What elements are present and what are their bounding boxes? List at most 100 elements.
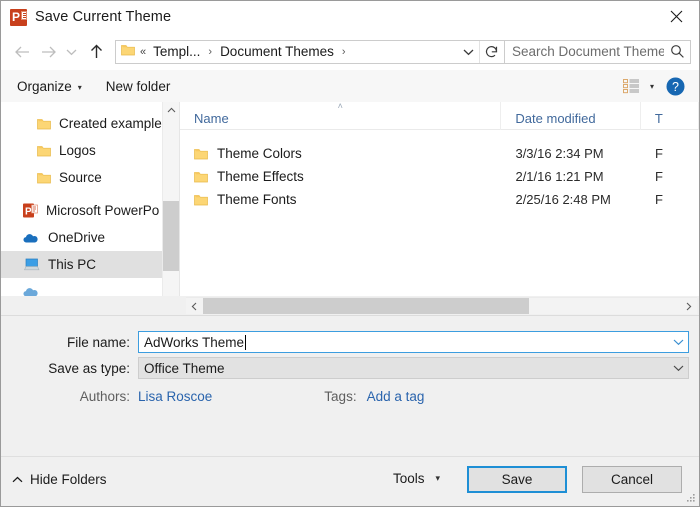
save-button-label: Save bbox=[502, 472, 533, 487]
authors-value[interactable]: Lisa Roscoe bbox=[138, 389, 212, 404]
forward-button[interactable] bbox=[35, 39, 61, 65]
column-header-type[interactable]: T bbox=[641, 102, 699, 130]
close-button[interactable] bbox=[653, 1, 699, 32]
powerpoint-icon bbox=[10, 9, 27, 26]
file-list-pane: ˄ Name Date modified T bbox=[180, 102, 699, 324]
cancel-button-label: Cancel bbox=[611, 472, 653, 487]
scroll-left-button[interactable] bbox=[186, 298, 203, 314]
search-box[interactable]: Search Document Themes bbox=[505, 40, 691, 64]
recent-locations-button[interactable] bbox=[61, 39, 81, 65]
scrollbar-thumb[interactable] bbox=[163, 201, 179, 271]
file-type-cell: F bbox=[641, 192, 699, 207]
folder-icon bbox=[194, 194, 208, 206]
folder-icon bbox=[37, 118, 51, 130]
resize-grip-icon[interactable] bbox=[686, 493, 696, 503]
new-folder-label: New folder bbox=[106, 79, 171, 94]
new-folder-button[interactable]: New folder bbox=[98, 70, 179, 102]
hide-folders-button[interactable]: Hide Folders bbox=[12, 472, 107, 487]
chevron-down-icon bbox=[673, 364, 684, 372]
browser-main-area: Created example Logos bbox=[1, 102, 699, 324]
title-bar: Save Current Theme bbox=[1, 1, 699, 33]
save-as-type-select[interactable]: Office Theme bbox=[138, 357, 689, 379]
chevron-up-icon bbox=[12, 476, 23, 484]
add-a-tag-link[interactable]: Add a tag bbox=[367, 389, 425, 404]
dialog-footer: Hide Folders Tools ▾ Save Cancel bbox=[1, 457, 699, 506]
sidebar-item-onedrive[interactable]: OneDrive bbox=[1, 224, 162, 251]
authors-label: Authors: bbox=[1, 389, 138, 404]
file-name-input[interactable]: AdWorks Theme bbox=[138, 331, 689, 353]
column-header-label: Date modified bbox=[515, 111, 595, 126]
navigation-pane-scrollbar[interactable] bbox=[162, 102, 179, 324]
folder-icon bbox=[37, 172, 51, 184]
folder-icon bbox=[121, 43, 135, 61]
file-name-label: Theme Effects bbox=[217, 169, 304, 184]
tools-button[interactable]: Tools ▾ bbox=[393, 471, 440, 486]
scroll-up-button[interactable] bbox=[163, 102, 179, 119]
help-icon: ? bbox=[666, 77, 685, 96]
powerpoint-icon: P bbox=[23, 203, 38, 218]
folder-icon bbox=[194, 171, 208, 183]
sidebar-item-label: Logos bbox=[59, 143, 96, 158]
sort-ascending-icon: ˄ bbox=[338, 102, 343, 111]
file-type-cell: F bbox=[641, 169, 699, 184]
sidebar-item-logos[interactable]: Logos bbox=[1, 137, 162, 164]
table-row[interactable]: Theme Colors 3/3/16 2:34 PM F bbox=[180, 142, 699, 165]
sidebar-item-source[interactable]: Source bbox=[1, 164, 162, 191]
address-bar-row: « Templ... › Document Themes › Search Do… bbox=[1, 33, 699, 70]
help-button[interactable]: ? bbox=[666, 77, 685, 96]
file-list-horizontal-scrollbar[interactable] bbox=[186, 297, 697, 314]
chevron-up-icon bbox=[167, 107, 176, 114]
column-header-row: ˄ Name Date modified T bbox=[180, 102, 699, 130]
save-button[interactable]: Save bbox=[467, 466, 567, 493]
table-row[interactable]: Theme Effects 2/1/16 1:21 PM F bbox=[180, 165, 699, 188]
scroll-right-button[interactable] bbox=[680, 298, 697, 314]
this-pc-icon bbox=[23, 258, 40, 271]
save-as-type-row: Save as type: Office Theme bbox=[1, 356, 699, 380]
sidebar-item-label: Created example bbox=[59, 116, 162, 131]
breadcrumb-overflow[interactable]: « bbox=[140, 46, 146, 58]
file-name-cell: Theme Effects bbox=[180, 169, 501, 184]
address-bar[interactable]: « Templ... › Document Themes › bbox=[115, 40, 505, 64]
file-name-row: File name: AdWorks Theme bbox=[1, 330, 699, 354]
save-as-type-dropdown-button[interactable] bbox=[668, 358, 688, 378]
chevron-down-icon bbox=[66, 48, 77, 56]
breadcrumb-separator-0[interactable]: › bbox=[208, 46, 212, 58]
cancel-button[interactable]: Cancel bbox=[582, 466, 682, 493]
chevron-down-icon bbox=[463, 48, 474, 56]
sidebar-item-created-example[interactable]: Created example bbox=[1, 110, 162, 137]
sidebar-item-this-pc[interactable]: This PC bbox=[1, 251, 162, 278]
arrow-right-icon bbox=[40, 45, 57, 59]
file-name-label: Theme Colors bbox=[217, 146, 302, 161]
file-name-dropdown-button[interactable] bbox=[668, 332, 688, 352]
search-input[interactable]: Search Document Themes bbox=[512, 44, 664, 59]
save-current-theme-dialog: Save Current Theme bbox=[0, 0, 700, 507]
search-icon[interactable] bbox=[664, 44, 690, 59]
refresh-button[interactable] bbox=[479, 41, 504, 63]
file-type-cell: F bbox=[641, 146, 699, 161]
chevron-down-icon bbox=[673, 338, 684, 346]
address-dropdown-button[interactable] bbox=[457, 41, 479, 63]
breadcrumb-segment-1[interactable]: Document Themes bbox=[220, 44, 334, 59]
view-list-icon[interactable] bbox=[623, 79, 641, 94]
sidebar-item-label: Microsoft PowerPo bbox=[46, 203, 159, 218]
breadcrumb-separator-1[interactable]: › bbox=[342, 46, 346, 58]
breadcrumb-segment-0[interactable]: Templ... bbox=[153, 44, 200, 59]
window-title: Save Current Theme bbox=[35, 9, 171, 25]
back-button[interactable] bbox=[9, 39, 35, 65]
file-date-cell: 2/25/16 2:48 PM bbox=[501, 192, 640, 207]
table-row[interactable]: Theme Fonts 2/25/16 2:48 PM F bbox=[180, 188, 699, 211]
organize-label: Organize bbox=[17, 79, 72, 94]
save-as-type-label: Save as type: bbox=[1, 361, 138, 376]
up-button[interactable] bbox=[83, 39, 109, 65]
nav-pane-bottom-fill bbox=[1, 296, 186, 316]
sidebar-item-microsoft-powerpoint[interactable]: P Microsoft PowerPo bbox=[1, 197, 162, 224]
sidebar-item-label: OneDrive bbox=[48, 230, 105, 245]
organize-button[interactable]: Organize ▾ bbox=[9, 70, 90, 102]
column-header-label: Name bbox=[194, 111, 229, 126]
scrollbar-thumb[interactable] bbox=[203, 298, 529, 314]
column-header-date-modified[interactable]: Date modified bbox=[501, 102, 640, 130]
text-caret bbox=[245, 335, 246, 350]
column-header-name[interactable]: ˄ Name bbox=[180, 102, 501, 130]
view-options-caret-icon[interactable]: ▾ bbox=[650, 82, 654, 91]
close-icon bbox=[670, 10, 683, 23]
